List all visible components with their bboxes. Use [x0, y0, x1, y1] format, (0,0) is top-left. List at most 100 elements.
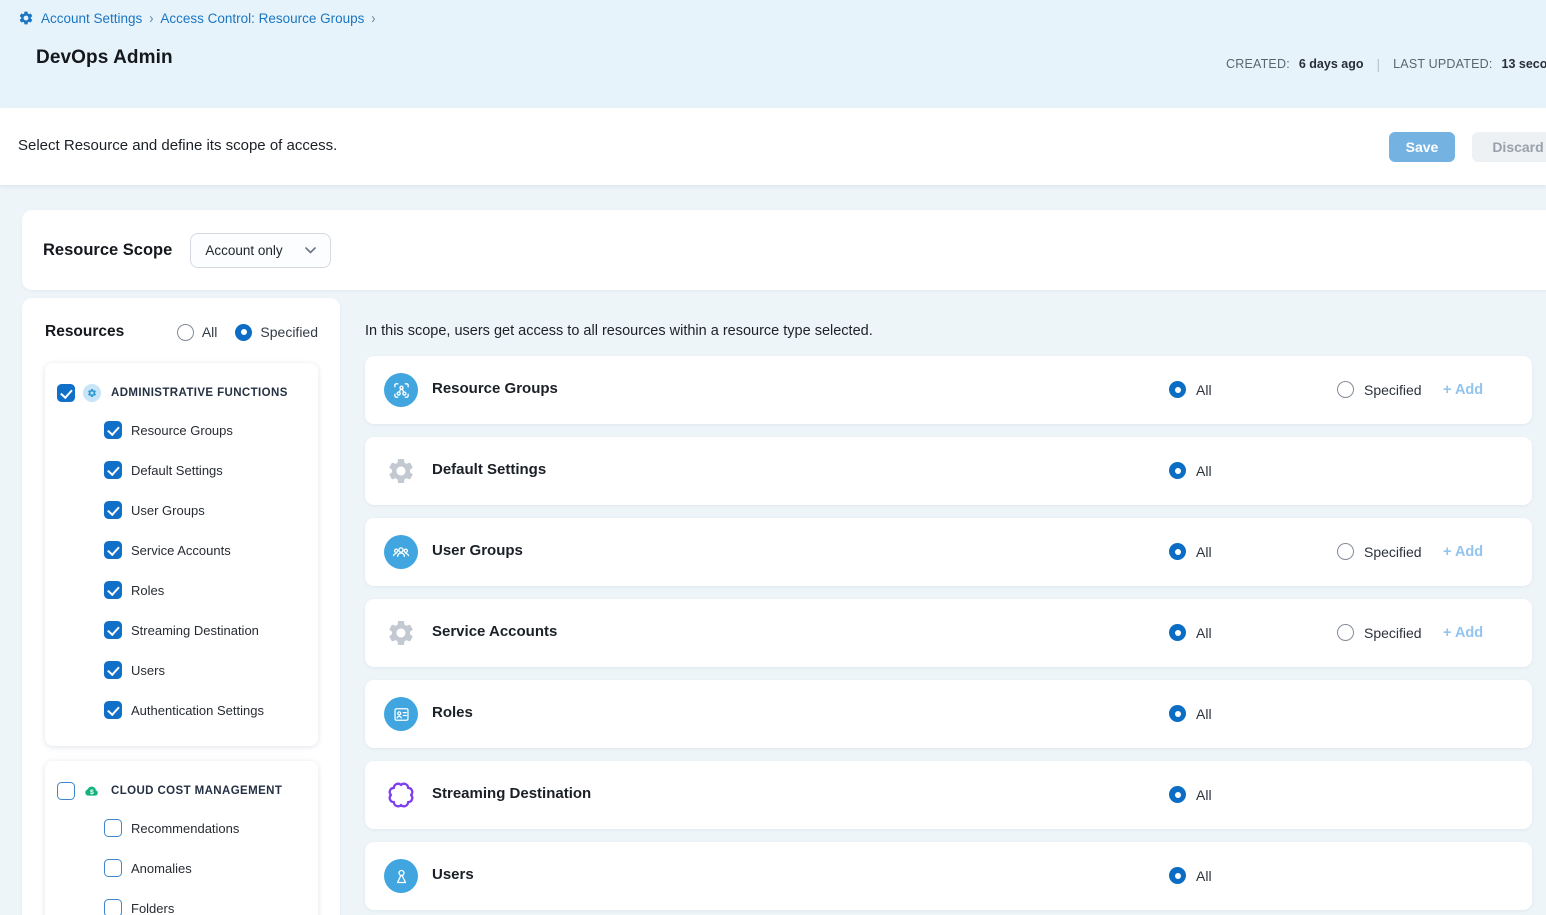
resource-groups-icon: [384, 373, 418, 407]
radio-icon[interactable]: [1169, 462, 1186, 479]
resource-group-tree: ADMINISTRATIVE FUNCTIONS Resource Groups…: [22, 363, 340, 915]
row-specified-radio[interactable]: Specified: [1337, 624, 1422, 641]
row-specified-radio[interactable]: Specified: [1337, 543, 1422, 560]
item-label: Streaming Destination: [131, 623, 259, 638]
row-all-radio[interactable]: All: [1169, 381, 1212, 398]
resource-item-row[interactable]: Resource Groups: [45, 410, 318, 450]
item-checkbox[interactable]: [104, 701, 122, 719]
breadcrumb-access-control[interactable]: Access Control: Resource Groups: [160, 11, 364, 26]
item-label: User Groups: [131, 503, 205, 518]
item-label: Roles: [131, 583, 164, 598]
resource-item-row[interactable]: Recommendations: [45, 808, 318, 848]
radio-icon[interactable]: [1169, 543, 1186, 560]
scope-description: In this scope, users get access to all r…: [365, 298, 1532, 339]
resource-item-row[interactable]: Roles: [45, 570, 318, 610]
chevron-down-icon: [305, 247, 316, 254]
specified-label: Specified: [1364, 544, 1422, 560]
meta-divider: |: [1373, 56, 1385, 72]
row-all-radio[interactable]: All: [1169, 543, 1212, 560]
last-updated-value: 13 seconds ago: [1502, 57, 1546, 71]
item-checkbox[interactable]: [104, 581, 122, 599]
row-all-radio[interactable]: All: [1169, 786, 1212, 803]
discard-button[interactable]: Discard: [1472, 132, 1546, 162]
item-checkbox[interactable]: [104, 541, 122, 559]
item-checkbox[interactable]: [104, 621, 122, 639]
all-label: All: [1196, 382, 1212, 398]
resource-item-row[interactable]: Service Accounts: [45, 530, 318, 570]
resource-item-row[interactable]: Folders: [45, 888, 318, 915]
row-all-radio[interactable]: All: [1169, 624, 1212, 641]
resource-item-row[interactable]: User Groups: [45, 490, 318, 530]
resource-row-card: Streaming Destination All: [365, 761, 1532, 829]
created-value: 6 days ago: [1299, 57, 1364, 71]
resource-row-card: Service Accounts All Specified + Add: [365, 599, 1532, 667]
resource-scope-card: Resource Scope Account only: [22, 210, 1546, 290]
item-label: Anomalies: [131, 861, 192, 876]
roles-icon: [384, 697, 418, 731]
item-checkbox[interactable]: [104, 421, 122, 439]
radio-icon[interactable]: [1337, 543, 1354, 560]
row-specified-radio[interactable]: Specified: [1337, 381, 1422, 398]
radio-icon[interactable]: [1337, 624, 1354, 641]
radio-icon[interactable]: [177, 324, 194, 341]
radio-icon[interactable]: [1169, 867, 1186, 884]
user-groups-icon: [384, 535, 418, 569]
resource-item-row[interactable]: Authentication Settings: [45, 690, 318, 730]
item-checkbox[interactable]: [104, 461, 122, 479]
resource-item-row[interactable]: Users: [45, 650, 318, 690]
row-all-radio[interactable]: All: [1169, 867, 1212, 884]
resources-mode-radios: All Specified: [177, 324, 318, 341]
radio-icon[interactable]: [1337, 381, 1354, 398]
resources-specified-radio[interactable]: Specified: [235, 324, 318, 341]
gear-icon: [384, 616, 418, 650]
created-label: CREATED:: [1226, 57, 1290, 71]
item-label: Recommendations: [131, 821, 239, 836]
toolbar-description: Select Resource and define its scope of …: [18, 137, 337, 154]
resources-all-radio[interactable]: All: [177, 324, 218, 341]
access-control-page: Account Settings › Access Control: Resou…: [0, 0, 1546, 915]
radio-icon[interactable]: [1169, 381, 1186, 398]
item-checkbox[interactable]: [104, 859, 122, 877]
resource-row-card: Default Settings All: [365, 437, 1532, 505]
header-meta: CREATED: 6 days ago | LAST UPDATED: 13 s…: [1226, 56, 1546, 72]
radio-icon[interactable]: [1169, 705, 1186, 722]
resources-sidebar-header: Resources All Specified: [22, 298, 340, 341]
row-all-radio[interactable]: All: [1169, 705, 1212, 722]
radio-icon[interactable]: [235, 324, 252, 341]
item-checkbox[interactable]: [104, 501, 122, 519]
resource-scope-selected-value: Account only: [205, 243, 282, 258]
settings-gear-icon: [18, 10, 34, 26]
resource-item-row[interactable]: Anomalies: [45, 848, 318, 888]
group-items: Recommendations Anomalies Folders: [45, 808, 318, 915]
admin-functions-icon: [83, 384, 101, 402]
row-name: Users: [432, 866, 474, 883]
group-checkbox[interactable]: [57, 782, 75, 800]
item-checkbox[interactable]: [104, 819, 122, 837]
resource-row-card: Roles All: [365, 680, 1532, 748]
add-button[interactable]: + Add: [1443, 625, 1483, 641]
group-checkbox[interactable]: [57, 384, 75, 402]
row-name: User Groups: [432, 542, 523, 559]
breadcrumb-separator-icon: ›: [149, 9, 153, 27]
item-checkbox[interactable]: [104, 661, 122, 679]
users-icon: [384, 859, 418, 893]
radio-icon[interactable]: [1169, 786, 1186, 803]
resource-row-card: Users All: [365, 842, 1532, 910]
row-name: Default Settings: [432, 461, 546, 478]
all-label: All: [1196, 463, 1212, 479]
add-button[interactable]: + Add: [1443, 382, 1483, 398]
resource-row-card: Resource Groups All Specified + Add: [365, 356, 1532, 424]
resource-item-row[interactable]: Default Settings: [45, 450, 318, 490]
breadcrumb-separator-icon: ›: [371, 9, 375, 27]
resource-group-card: ADMINISTRATIVE FUNCTIONS Resource Groups…: [45, 363, 318, 746]
save-button[interactable]: Save: [1389, 132, 1455, 162]
radio-icon[interactable]: [1169, 624, 1186, 641]
row-name: Resource Groups: [432, 380, 558, 397]
resource-scope-dropdown[interactable]: Account only: [190, 233, 330, 268]
add-button[interactable]: + Add: [1443, 544, 1483, 560]
item-label: Folders: [131, 901, 174, 915]
breadcrumb-account-settings[interactable]: Account Settings: [41, 11, 142, 26]
row-all-radio[interactable]: All: [1169, 462, 1212, 479]
resource-item-row[interactable]: Streaming Destination: [45, 610, 318, 650]
item-checkbox[interactable]: [104, 899, 122, 915]
